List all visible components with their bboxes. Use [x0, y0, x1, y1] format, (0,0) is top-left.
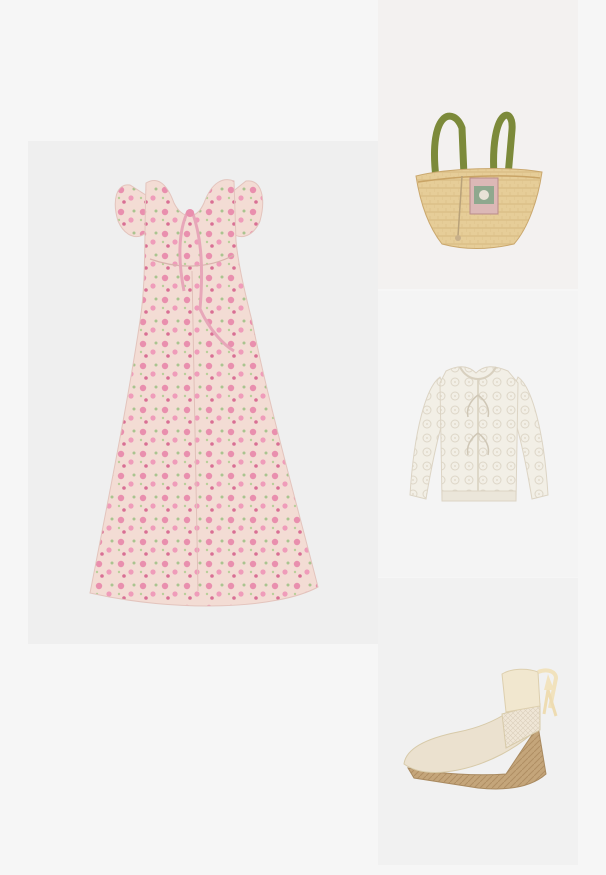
espadrille-wedge-icon — [403, 668, 559, 790]
floral-midi-dress-icon — [89, 179, 319, 607]
straw-tote-bag-icon — [415, 111, 543, 249]
shoe-product-tile[interactable] — [378, 578, 578, 865]
outfit-board — [0, 0, 606, 875]
cardigan-product-tile[interactable] — [378, 291, 578, 577]
crochet-cardigan-icon — [409, 366, 549, 502]
bag-product-tile[interactable] — [378, 0, 578, 289]
dress-product-tile[interactable] — [28, 141, 378, 644]
